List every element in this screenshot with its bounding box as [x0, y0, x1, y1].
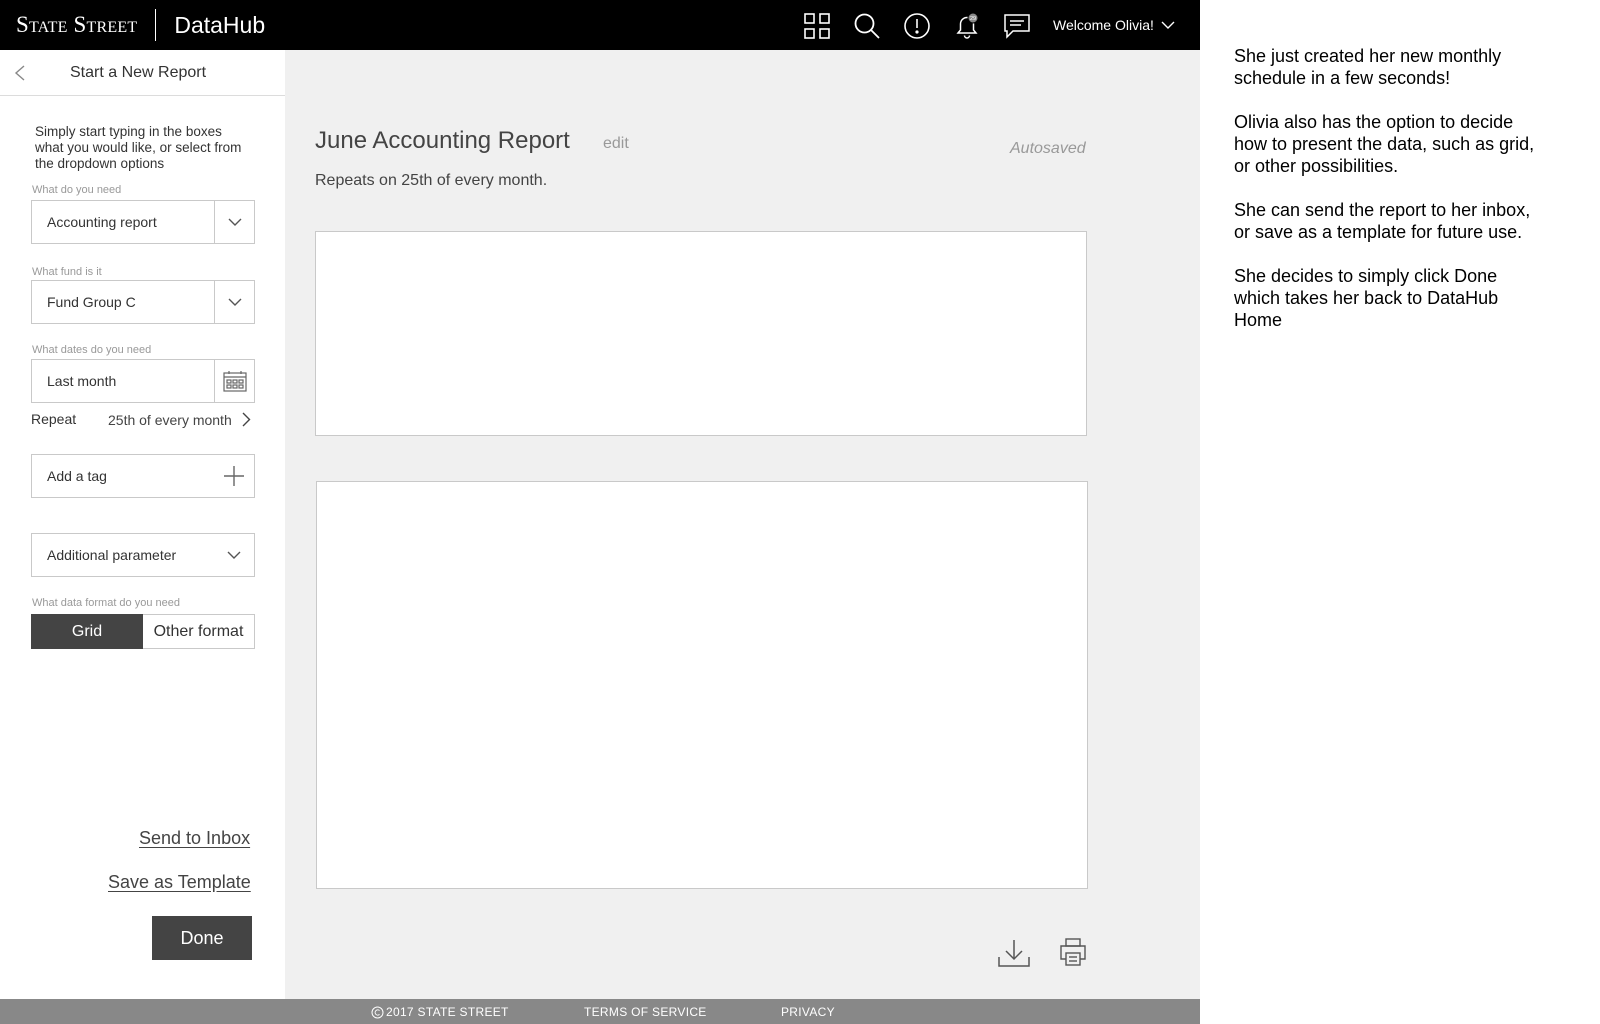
copyright-icon — [371, 1006, 384, 1018]
dates-label: What dates do you need — [32, 344, 152, 356]
note-3: She can send the report to her inbox, or… — [1234, 200, 1531, 242]
apps-grid-icon[interactable] — [802, 11, 832, 41]
report-builder-sidebar: Start a New Report Simply start typing i… — [0, 50, 285, 999]
send-to-inbox-link[interactable]: Send to Inbox — [139, 828, 250, 849]
chevron-down-icon — [228, 298, 241, 306]
edit-title-link[interactable]: edit — [603, 135, 629, 153]
plus-icon — [224, 466, 244, 486]
report-type-value: Accounting report — [47, 214, 157, 230]
terms-of-service-link[interactable]: TERMS OF SERVICE — [584, 1005, 707, 1019]
fund-dropdown-button[interactable] — [214, 281, 254, 323]
save-as-template-link[interactable]: Save as Template — [108, 872, 251, 893]
done-button[interactable]: Done — [152, 916, 252, 960]
sidebar-instructions: Simply start typing in the boxes what yo… — [35, 124, 242, 171]
report-preview-panel-bottom — [316, 481, 1088, 889]
sidebar-title: Start a New Report — [70, 64, 207, 81]
data-format-toggle: Grid Other format — [31, 614, 255, 649]
note-2: Olivia also has the option to decide how… — [1234, 112, 1535, 176]
privacy-link[interactable]: PRIVACY — [781, 1005, 835, 1019]
notifications-bell-icon[interactable]: 29 — [952, 11, 982, 41]
fund-value: Fund Group C — [47, 294, 136, 310]
alert-icon[interactable] — [902, 11, 932, 41]
add-tag-placeholder: Add a tag — [47, 468, 107, 484]
report-title: June Accounting Report — [315, 127, 570, 154]
date-range-value: Last month — [47, 373, 117, 389]
format-other-button[interactable]: Other format — [143, 614, 255, 649]
autosave-status: Autosaved — [1010, 140, 1086, 157]
product-name: DataHub — [174, 11, 266, 38]
format-grid-button[interactable]: Grid — [31, 614, 143, 649]
chevron-down-icon — [227, 551, 241, 559]
notification-count: 29 — [970, 16, 976, 22]
report-preview-panel-top — [315, 231, 1087, 436]
brand-divider — [155, 9, 157, 41]
additional-parameter-value: Additional parameter — [47, 547, 177, 563]
brand-logo: State Street — [16, 12, 138, 37]
repeat-setting[interactable]: Repeat 25th of every month — [31, 408, 255, 432]
add-tag-button[interactable] — [214, 455, 254, 497]
report-type-select[interactable]: Accounting report — [31, 200, 255, 244]
print-icon[interactable] — [1059, 937, 1087, 967]
welcome-text: Welcome Olivia! — [1053, 17, 1154, 33]
need-label: What do you need — [32, 184, 122, 196]
app-window: State Street DataHub 29 Welcome Olivia! … — [0, 0, 1200, 1024]
repeat-value: 25th of every month — [108, 412, 232, 428]
calendar-icon — [222, 371, 247, 392]
top-header: State Street DataHub 29 Welcome Olivia! — [0, 0, 1200, 50]
storyboard-notes: She just created her new monthly schedul… — [1234, 45, 1544, 353]
brand[interactable]: State Street DataHub — [16, 0, 265, 50]
chevron-down-icon — [1161, 21, 1175, 29]
schedule-summary: Repeats on 25th of every month. — [315, 172, 548, 189]
additional-parameter-dropdown-button[interactable] — [214, 534, 254, 576]
user-menu[interactable]: Welcome Olivia! — [1053, 0, 1175, 50]
back-chevron-icon[interactable] — [12, 64, 28, 82]
fund-label: What fund is it — [32, 266, 102, 278]
download-icon[interactable] — [997, 938, 1031, 968]
note-4: She decides to simply click Done which t… — [1234, 266, 1499, 330]
repeat-label: Repeat — [31, 411, 77, 427]
chevron-right-icon — [242, 412, 251, 427]
fund-select[interactable]: Fund Group C — [31, 280, 255, 324]
calendar-button[interactable] — [214, 360, 254, 402]
format-label: What data format do you need — [32, 597, 180, 609]
additional-parameter-select[interactable]: Additional parameter — [31, 533, 255, 577]
search-icon[interactable] — [852, 11, 882, 41]
note-1: She just created her new monthly schedul… — [1234, 46, 1502, 88]
copyright-text: 2017 STATE STREET — [386, 1005, 509, 1019]
date-range-input[interactable]: Last month — [31, 359, 255, 403]
footer: 2017 STATE STREET TERMS OF SERVICE PRIVA… — [0, 999, 1200, 1024]
messages-icon[interactable] — [1002, 11, 1032, 41]
footer-copyright: 2017 STATE STREET — [371, 1005, 509, 1019]
sidebar-header: Start a New Report — [0, 50, 285, 96]
chevron-down-icon — [228, 218, 241, 226]
add-tag-input[interactable]: Add a tag — [31, 454, 255, 498]
report-type-dropdown-button[interactable] — [214, 201, 254, 243]
